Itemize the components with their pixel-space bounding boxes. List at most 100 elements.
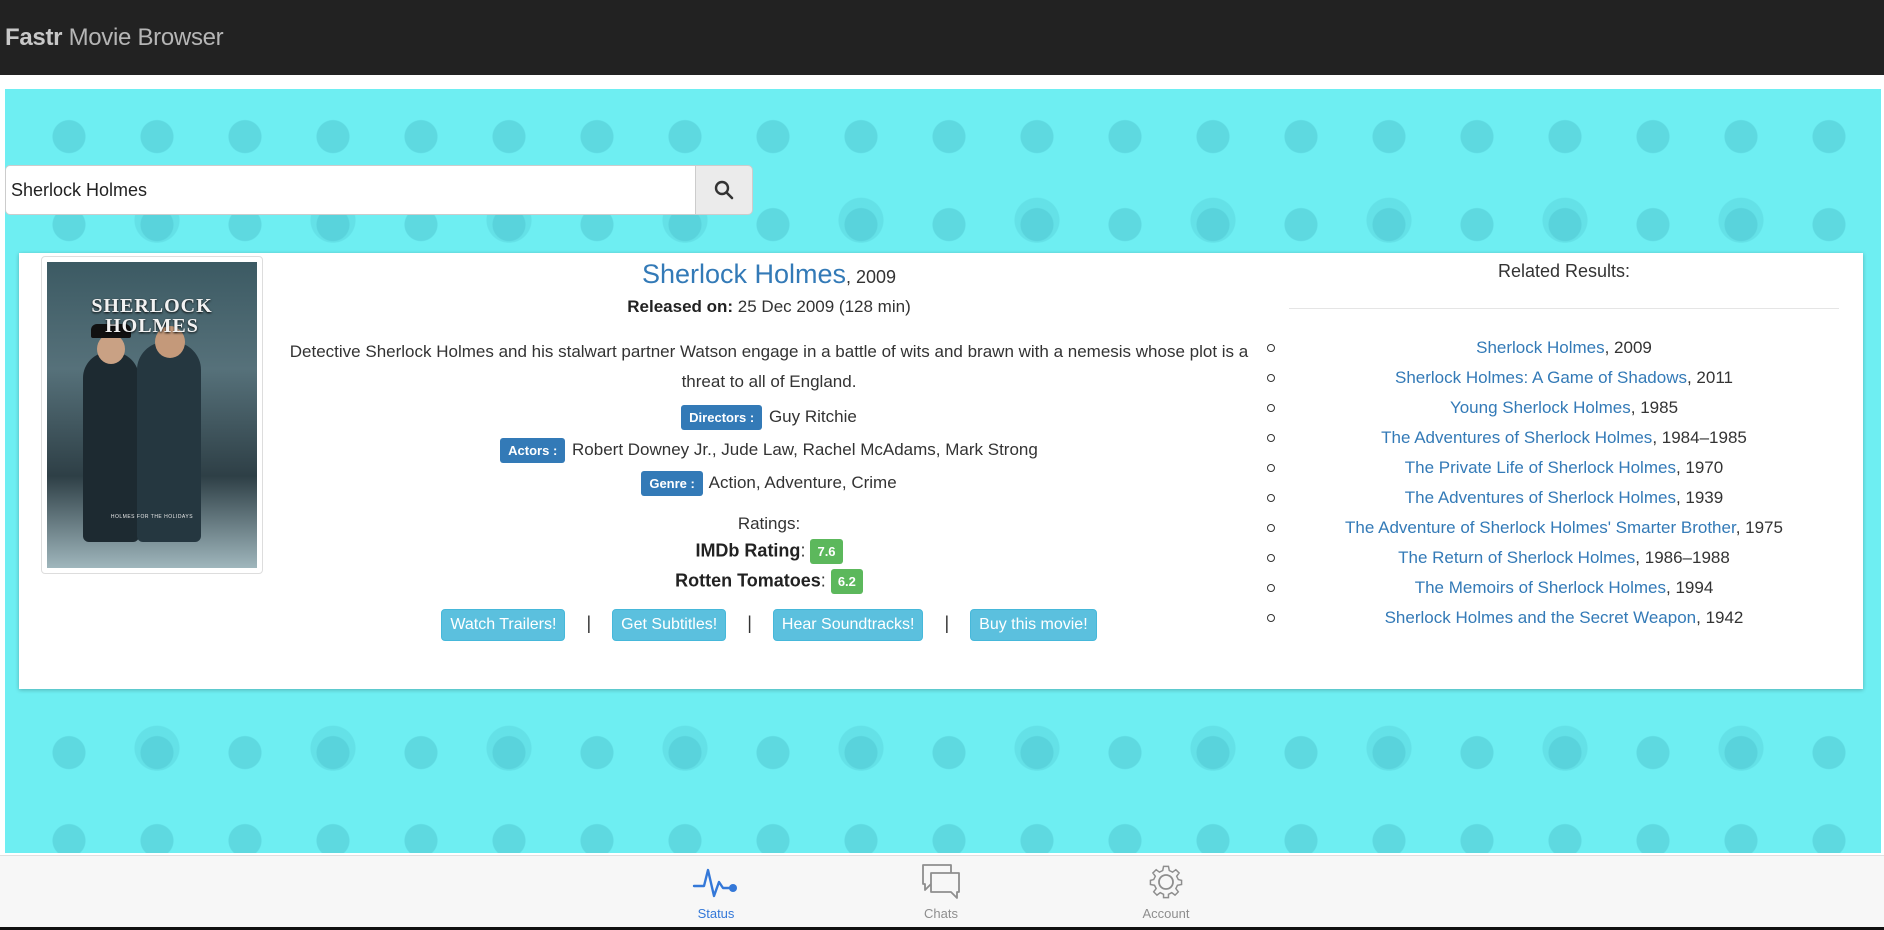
actors-row: Actors : Robert Downey Jr., Jude Law, Ra… <box>279 438 1259 463</box>
movie-heading: Sherlock Holmes, 2009 <box>279 259 1259 290</box>
poster-tagline: HOLMES FOR THE HOLIDAYS <box>110 514 194 520</box>
rotten-tomatoes-row: Rotten Tomatoes: 6.2 <box>279 569 1259 594</box>
actors-value: Robert Downey Jr., Jude Law, Rachel McAd… <box>572 439 1038 459</box>
related-result-link[interactable]: The Memoirs of Sherlock Holmes <box>1415 578 1666 597</box>
related-result-link[interactable]: Sherlock Holmes and the Secret Weapon <box>1385 608 1697 627</box>
bullet-icon <box>1267 524 1275 532</box>
directors-row: Directors : Guy Ritchie <box>279 405 1259 430</box>
related-result-year: , 1986–1988 <box>1635 548 1730 567</box>
bullet-icon <box>1267 434 1275 442</box>
buy-movie-button[interactable]: Buy this movie! <box>970 609 1097 641</box>
related-result-year: , 1970 <box>1675 458 1724 477</box>
tab-chats[interactable]: Chats <box>891 862 991 921</box>
bullet-icon <box>1267 584 1275 592</box>
movie-card: SHERLOCK HOLMES HOLMES FOR THE HOLIDAYS … <box>19 253 1863 689</box>
bullet-icon <box>1267 404 1275 412</box>
related-result-link[interactable]: The Adventures of Sherlock Holmes <box>1381 428 1652 447</box>
poster-figure-head <box>97 334 125 364</box>
brand[interactable]: Fastr Movie Browser <box>5 23 224 52</box>
related-result-year: , 1942 <box>1696 608 1744 627</box>
related-result-link[interactable]: The Private Life of Sherlock Holmes <box>1405 458 1676 477</box>
related-result-link[interactable]: Sherlock Holmes <box>1476 338 1605 357</box>
movie-plot: Detective Sherlock Holmes and his stalwa… <box>289 342 1249 391</box>
list-item: The Adventure of Sherlock Holmes' Smarte… <box>1267 513 1861 543</box>
bullet-icon <box>1267 554 1275 562</box>
release-info: Released on: 25 Dec 2009 (128 min) <box>279 297 1259 317</box>
list-item: Sherlock Holmes and the Secret Weapon, 1… <box>1267 603 1861 633</box>
related-result-link[interactable]: Young Sherlock Holmes <box>1450 398 1631 417</box>
related-result-year: , 1975 <box>1735 518 1783 537</box>
movie-info: Sherlock Holmes, 2009 Released on: 25 De… <box>279 253 1259 641</box>
list-item: The Adventures of Sherlock Holmes, 1939 <box>1267 483 1861 513</box>
genre-row: Genre : Action, Adventure, Crime <box>279 471 1259 496</box>
released-label: Released on: <box>627 297 734 316</box>
tab-account-label: Account <box>1142 906 1190 921</box>
hear-soundtracks-button[interactable]: Hear Soundtracks! <box>772 609 924 641</box>
related-result-link[interactable]: The Adventure of Sherlock Holmes' Smarte… <box>1345 518 1736 537</box>
search-button[interactable] <box>695 165 753 215</box>
chat-bubbles-icon <box>922 864 960 899</box>
separator: | <box>586 613 592 633</box>
ratings-title: Ratings: <box>737 514 801 533</box>
movie-poster: SHERLOCK HOLMES HOLMES FOR THE HOLIDAYS <box>47 262 257 568</box>
separator: | <box>944 613 950 633</box>
separator: | <box>747 613 752 633</box>
search-bar <box>5 165 755 215</box>
related-result-link[interactable]: The Return of Sherlock Holmes <box>1398 548 1635 567</box>
related-result-link[interactable]: Sherlock Holmes: A Game of Shadows <box>1395 368 1687 387</box>
movie-year: , 2009 <box>846 267 897 287</box>
directors-label: Directors : <box>681 405 763 430</box>
top-navbar: Fastr Movie Browser <box>0 0 1884 75</box>
related-result-year: , 1984–1985 <box>1652 428 1747 447</box>
directors-value: Guy Ritchie <box>768 406 857 426</box>
imdb-rating-label: IMDb Rating <box>695 540 801 561</box>
tab-status[interactable]: Status <box>666 862 766 921</box>
genre-label: Genre : <box>641 471 703 496</box>
related-results-title: Related Results: <box>1497 261 1631 281</box>
poster-title-line1: SHERLOCK <box>91 295 213 317</box>
list-item: Young Sherlock Holmes, 1985 <box>1267 393 1861 423</box>
divider <box>1289 308 1839 309</box>
related-result-link[interactable]: The Adventures of Sherlock Holmes <box>1405 488 1676 507</box>
actors-label: Actors : <box>500 438 566 463</box>
search-input[interactable] <box>5 165 695 215</box>
poster-title-line2: HOLMES <box>105 315 199 337</box>
genre-value: Action, Adventure, Crime <box>708 472 897 492</box>
tab-status-label: Status <box>697 906 735 921</box>
pulse-icon <box>692 868 737 898</box>
tab-chats-label: Chats <box>924 906 958 921</box>
rt-colon: : <box>820 570 826 591</box>
related-results: Related Results: Sherlock Holmes, 2009 S… <box>1267 253 1861 633</box>
list-item: Sherlock Holmes: A Game of Shadows, 2011 <box>1267 363 1861 393</box>
content-area: SHERLOCK HOLMES HOLMES FOR THE HOLIDAYS … <box>5 89 1881 853</box>
bullet-icon <box>1267 344 1275 352</box>
bullet-icon <box>1267 464 1275 472</box>
movie-poster-frame: SHERLOCK HOLMES HOLMES FOR THE HOLIDAYS <box>41 256 263 574</box>
list-item: The Private Life of Sherlock Holmes, 197… <box>1267 453 1861 483</box>
rotten-tomatoes-badge: 6.2 <box>830 569 863 594</box>
movie-title-link[interactable]: Sherlock Holmes <box>642 259 846 289</box>
imdb-rating-badge: 7.6 <box>810 539 843 564</box>
list-item: The Memoirs of Sherlock Holmes, 1994 <box>1267 573 1861 603</box>
brand-bold: Fastr <box>5 23 63 51</box>
action-buttons: Watch Trailers! | Get Subtitles! | Hear … <box>279 609 1259 641</box>
related-result-year: , 1939 <box>1675 488 1724 507</box>
bullet-icon <box>1267 374 1275 382</box>
tab-account[interactable]: Account <box>1116 862 1216 921</box>
imdb-rating-row: IMDb Rating: 7.6 <box>279 539 1259 564</box>
bullet-icon <box>1267 494 1275 502</box>
bottom-tab-bar: Status Chats Account <box>0 855 1884 930</box>
list-item: The Return of Sherlock Holmes, 1986–1988 <box>1267 543 1861 573</box>
get-subtitles-button[interactable]: Get Subtitles! <box>612 609 727 641</box>
related-result-year: , 2009 <box>1604 338 1652 357</box>
watch-trailers-button[interactable]: Watch Trailers! <box>441 609 566 641</box>
imdb-colon: : <box>800 540 806 561</box>
brand-rest: Movie Browser <box>62 23 224 51</box>
list-item: The Adventures of Sherlock Holmes, 1984–… <box>1267 423 1861 453</box>
released-value: 25 Dec 2009 (128 min) <box>733 297 911 316</box>
bullet-icon <box>1267 614 1275 622</box>
list-item: Sherlock Holmes, 2009 <box>1267 333 1861 363</box>
poster-title: SHERLOCK HOLMES <box>47 296 257 336</box>
related-results-list: Sherlock Holmes, 2009 Sherlock Holmes: A… <box>1267 333 1861 633</box>
related-result-year: , 1985 <box>1630 398 1679 417</box>
